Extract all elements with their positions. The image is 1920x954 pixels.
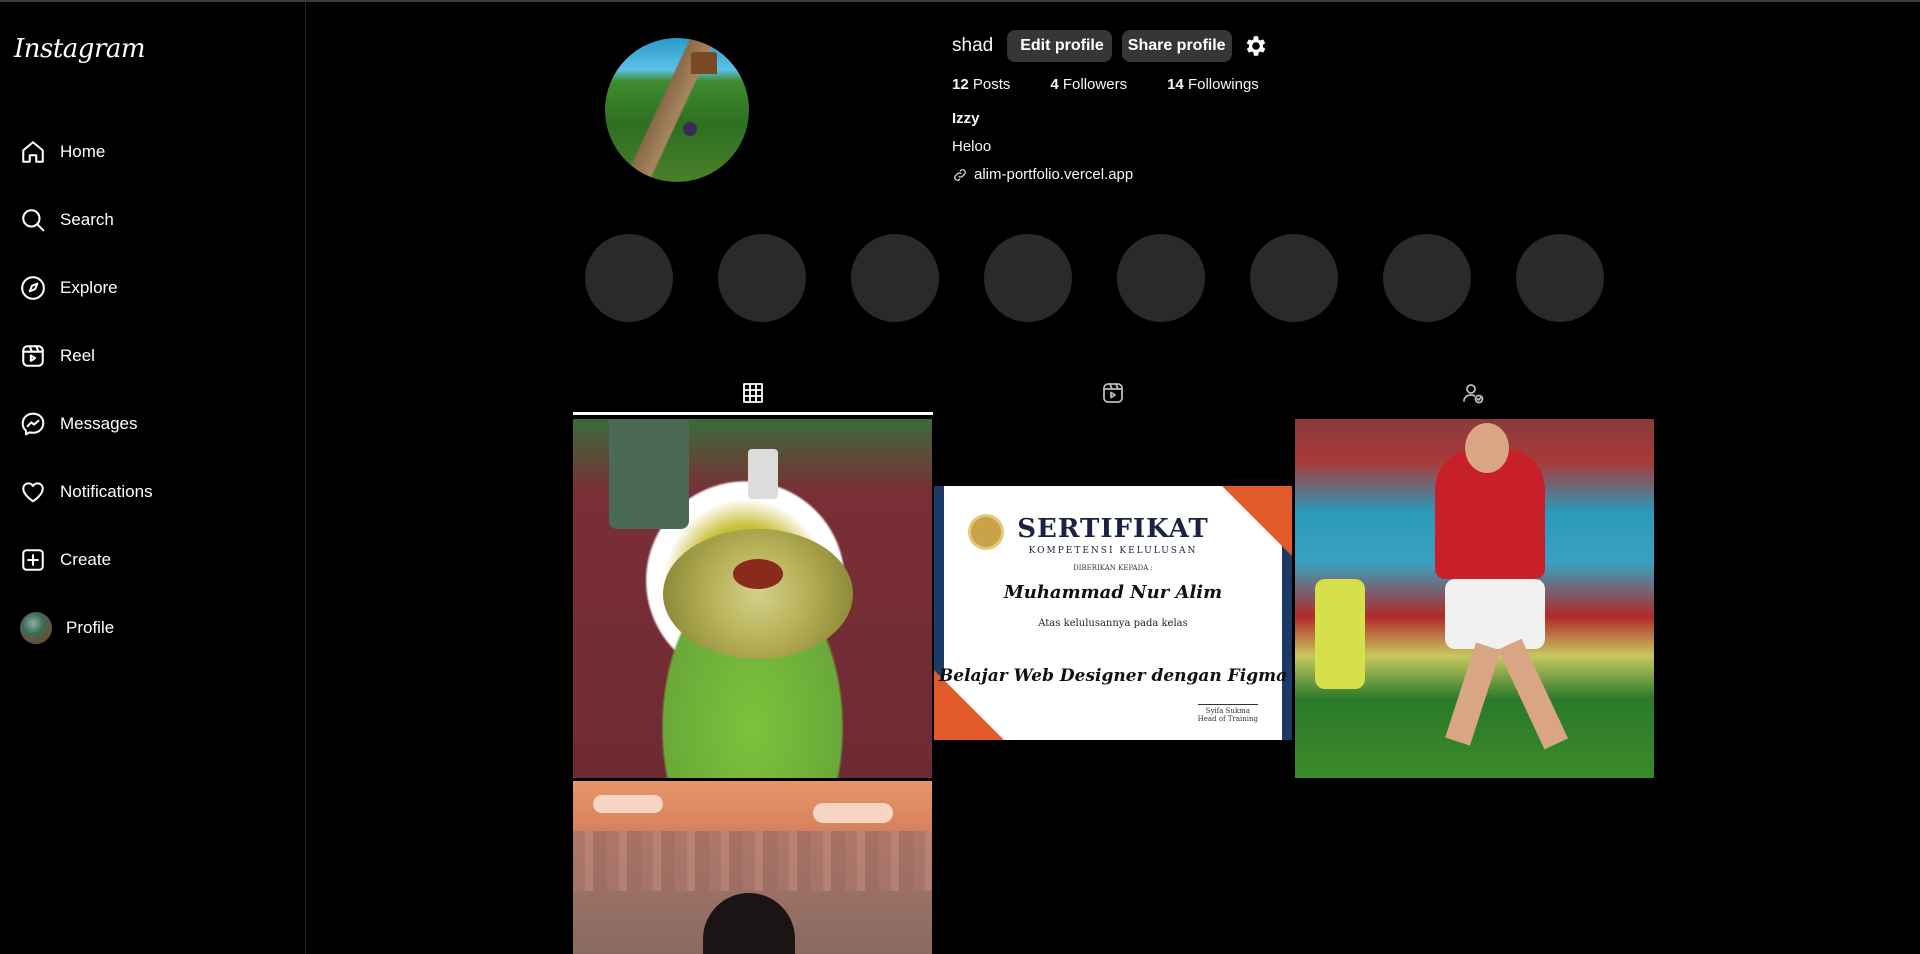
stat-label: Followings xyxy=(1187,76,1259,93)
post-image-detail xyxy=(1445,642,1501,746)
post-image-detail xyxy=(663,529,853,659)
highlight-placeholder[interactable] xyxy=(1250,234,1338,322)
stat-number: 14 xyxy=(1167,76,1184,93)
post-thumbnail-certificate[interactable]: SERTIFIKAT KOMPETENSI KELULUSAN DIBERIKA… xyxy=(934,486,1292,740)
profile-picture-detail xyxy=(683,122,697,136)
highlight-placeholder[interactable] xyxy=(1117,234,1205,322)
highlight-placeholder[interactable] xyxy=(851,234,939,322)
post-image-detail xyxy=(733,559,783,589)
certificate-recipient: Muhammad Nur Alim xyxy=(1003,582,1223,603)
profile-header: shad Edit profile Share profile 12 Posts… xyxy=(952,30,1299,183)
followers-count[interactable]: 4 Followers xyxy=(1050,76,1127,93)
tab-tagged[interactable] xyxy=(1293,370,1653,415)
sidebar-item-label: Notifications xyxy=(60,482,153,501)
reel-icon xyxy=(1103,382,1123,403)
posts-count: 12 Posts xyxy=(952,76,1010,93)
profile-actions-row: shad Edit profile Share profile xyxy=(952,30,1299,62)
sidebar-item-label: Explore xyxy=(60,278,118,297)
sidebar-item-reel[interactable]: Reel xyxy=(0,322,305,390)
profile-stats: 12 Posts 4 Followers 14 Followings xyxy=(952,76,1299,93)
stat-number: 4 xyxy=(1050,76,1059,93)
username: shad xyxy=(952,35,994,56)
sidebar-item-label: Messages xyxy=(60,414,138,433)
following-count[interactable]: 14 Followings xyxy=(1167,76,1259,93)
certificate-signature: Syifa Sukma Head of Training xyxy=(1197,704,1258,723)
post-image-detail xyxy=(1465,423,1509,473)
highlight-placeholder[interactable] xyxy=(585,234,673,322)
post-image-detail xyxy=(1497,638,1569,750)
stat-label: Followers xyxy=(1062,76,1128,93)
signer-role: Head of Training xyxy=(1197,715,1258,723)
post-image-detail xyxy=(593,795,663,813)
profile-tabs xyxy=(573,370,1654,415)
profile-picture[interactable] xyxy=(605,38,749,182)
compass-icon xyxy=(20,275,46,301)
sidebar: Instagram Home Search Explore Reel Messa… xyxy=(0,2,306,954)
certificate-subtitle: KOMPETENSI KELULUSAN xyxy=(1028,546,1198,556)
full-name: Izzy xyxy=(952,110,980,127)
plus-square-icon xyxy=(20,547,46,573)
highlight-placeholder[interactable] xyxy=(1516,234,1604,322)
avatar xyxy=(20,612,52,644)
sidebar-item-home[interactable]: Home xyxy=(0,118,305,186)
highlight-placeholder[interactable] xyxy=(984,234,1072,322)
stat-number: 12 xyxy=(952,76,969,93)
search-icon xyxy=(20,207,46,233)
certificate-title: SERTIFIKAT xyxy=(1017,514,1209,544)
post-image-detail xyxy=(813,803,893,823)
post-image-detail xyxy=(573,831,932,891)
link-icon xyxy=(954,168,966,181)
profile-picture-detail xyxy=(691,52,717,74)
profile-link-text: alim-portfolio.vercel.app xyxy=(974,166,1134,183)
heart-icon xyxy=(20,479,46,505)
grid-icon xyxy=(743,382,763,403)
reel-icon xyxy=(20,343,46,369)
post-thumbnail-city[interactable] xyxy=(573,781,932,954)
post-image-detail xyxy=(703,893,795,954)
messenger-icon xyxy=(20,411,46,437)
stat-label: Posts xyxy=(972,76,1011,93)
sidebar-item-explore[interactable]: Explore xyxy=(0,254,305,322)
share-profile-button[interactable]: Share profile xyxy=(1121,30,1232,62)
post-image-detail xyxy=(609,419,689,529)
instagram-logo[interactable]: Instagram xyxy=(14,34,146,64)
post-image-detail xyxy=(1315,579,1365,689)
sidebar-item-label: Search xyxy=(60,210,114,229)
tagged-user-icon xyxy=(1463,383,1484,403)
post-thumbnail-football[interactable] xyxy=(1295,419,1654,778)
home-icon xyxy=(20,139,46,165)
signer-name: Syifa Sukma xyxy=(1205,707,1250,715)
profile-link[interactable]: alim-portfolio.vercel.app xyxy=(952,166,1299,183)
certificate-given-to: DIBERIKAN KEPADA : xyxy=(1073,564,1153,572)
story-highlights xyxy=(585,234,1649,322)
sidebar-item-label: Create xyxy=(60,550,112,569)
bio: Heloo xyxy=(952,138,992,155)
certificate-course: Belajar Web Designer dengan Figma xyxy=(938,666,1288,686)
tab-reels[interactable] xyxy=(933,370,1293,415)
gear-icon[interactable] xyxy=(1242,32,1270,60)
post-thumbnail-noodles[interactable] xyxy=(573,419,932,778)
edit-profile-button[interactable]: Edit profile xyxy=(1007,30,1112,62)
tab-posts[interactable] xyxy=(573,370,933,415)
sidebar-item-notifications[interactable]: Notifications xyxy=(0,458,305,526)
sidebar-item-search[interactable]: Search xyxy=(0,186,305,254)
sidebar-item-create[interactable]: Create xyxy=(0,526,305,594)
certificate-for-text: Atas kelulusannya pada kelas xyxy=(1038,618,1188,629)
sidebar-item-label: Home xyxy=(60,142,106,161)
active-tab-indicator xyxy=(573,412,933,415)
sidebar-nav: Home Search Explore Reel Messages Notifi… xyxy=(0,118,305,662)
sidebar-item-messages[interactable]: Messages xyxy=(0,390,305,458)
sidebar-item-profile[interactable]: Profile xyxy=(0,594,305,662)
highlight-placeholder[interactable] xyxy=(718,234,806,322)
sidebar-item-label: Reel xyxy=(60,346,95,365)
post-image-detail xyxy=(1445,579,1545,649)
sidebar-item-label: Profile xyxy=(66,618,115,637)
highlight-placeholder[interactable] xyxy=(1383,234,1471,322)
post-image-detail xyxy=(748,449,778,499)
